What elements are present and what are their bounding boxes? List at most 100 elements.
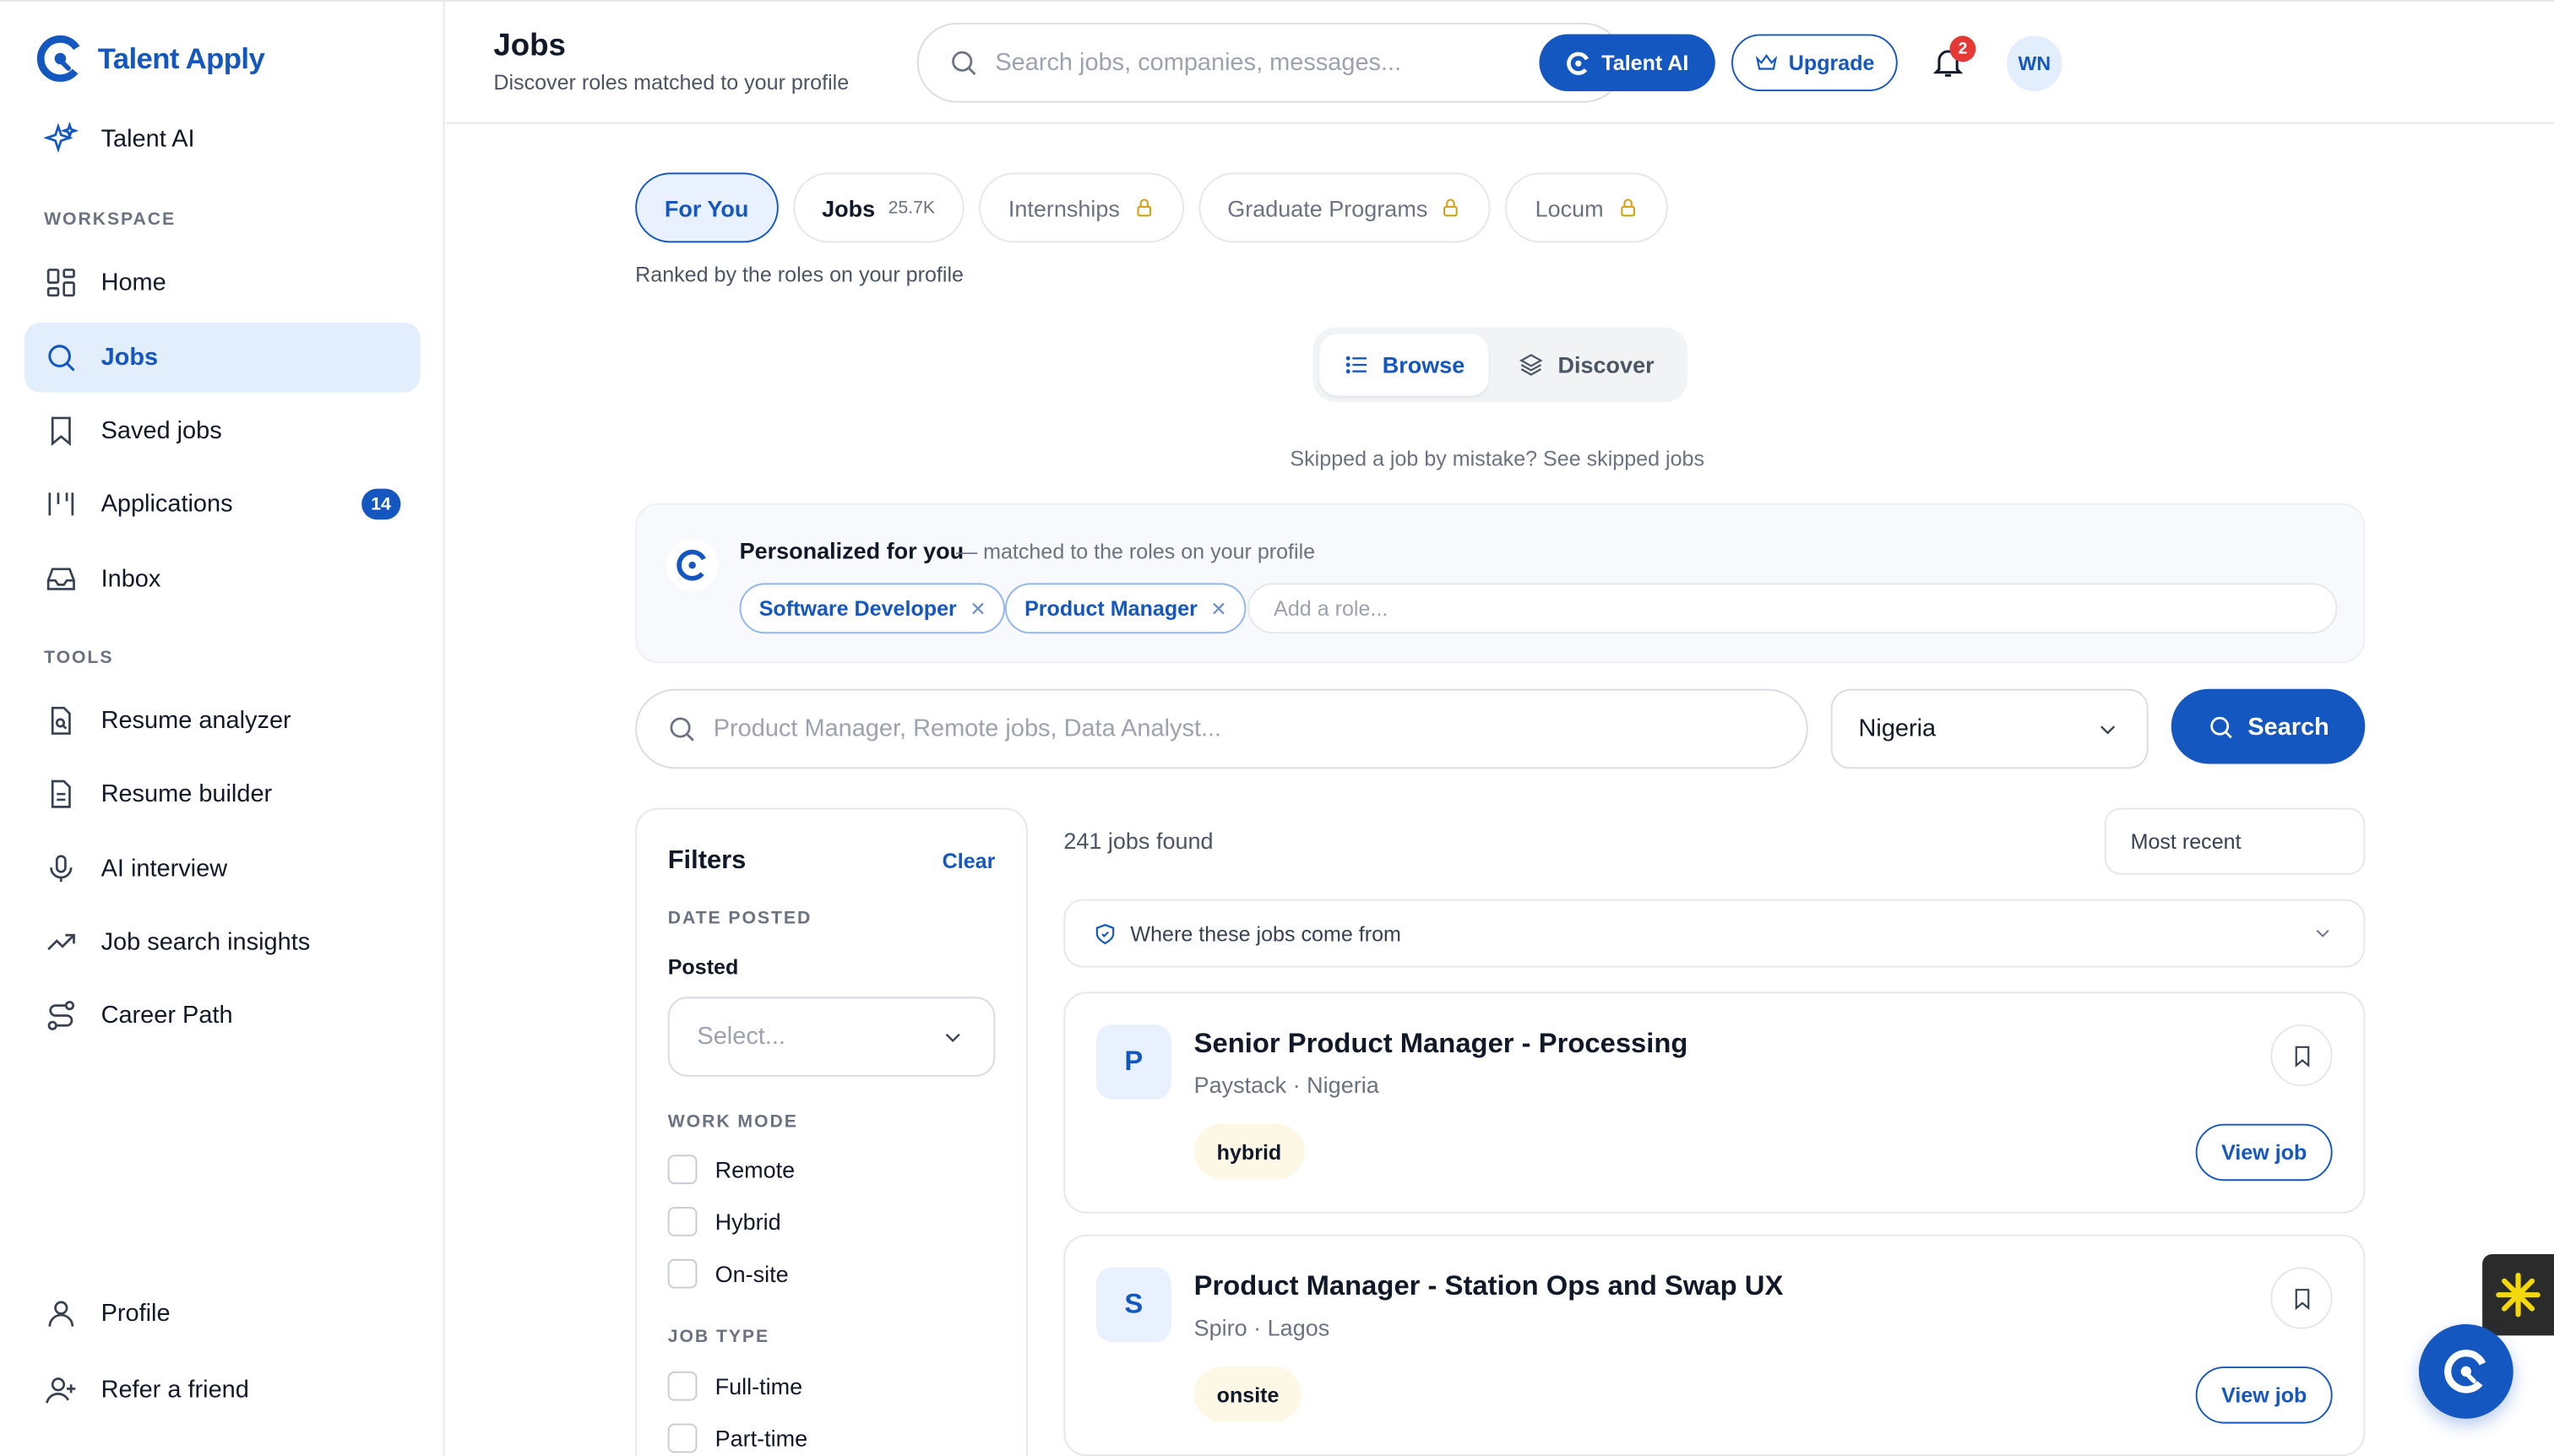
discover-toggle-button[interactable]: Discover: [1498, 334, 1674, 395]
sidebar-item-talent-ai[interactable]: Talent AI: [24, 104, 421, 174]
sidebar-item-label: Job search insights: [101, 928, 311, 957]
inbox-icon: [46, 568, 75, 590]
sidebar-item-resume-builder[interactable]: Resume builder: [24, 759, 421, 829]
page-subtitle: Discover roles matched to your profile: [493, 69, 850, 95]
talent-ai-chat-button[interactable]: [2418, 1323, 2513, 1419]
hybrid-checkbox[interactable]: Hybrid: [667, 1207, 781, 1236]
logo[interactable]: Talent Apply: [35, 34, 265, 83]
sidebar-item-saved-jobs[interactable]: Saved jobs: [24, 396, 421, 466]
search-button[interactable]: Search: [2171, 688, 2366, 764]
job-meta: Spiro · Lagos: [1193, 1314, 1330, 1341]
lock-icon: [1136, 198, 1151, 217]
top-bar: Jobs Discover roles matched to your prof…: [446, 2, 2554, 124]
work-mode-tag: hybrid: [1193, 1123, 1305, 1180]
add-role-input[interactable]: Add a role...: [1247, 583, 2338, 634]
job-search-input[interactable]: Product Manager, Remote jobs, Data Analy…: [635, 688, 1808, 769]
posted-select[interactable]: Select...: [667, 997, 996, 1077]
part-time-checkbox[interactable]: Part-time: [667, 1423, 807, 1453]
search-icon: [670, 717, 694, 742]
close-icon[interactable]: ✕: [970, 597, 986, 620]
sparkles-icon: [44, 122, 79, 153]
discover-label: Discover: [1557, 351, 1655, 378]
posted-label: Posted: [667, 954, 739, 980]
list-icon: [1345, 356, 1367, 374]
app-name: Talent Apply: [97, 41, 265, 74]
role-chip-label: Software Developer: [758, 595, 957, 621]
job-card[interactable]: S Product Manager - Station Ops and Swap…: [1063, 1234, 2366, 1456]
sidebar-item-applications[interactable]: Applications 14: [24, 469, 421, 539]
tab-label: Graduate Programs: [1227, 194, 1428, 221]
save-job-button[interactable]: [2270, 1267, 2333, 1329]
sidebar-item-job-search-insights[interactable]: Job search insights: [24, 907, 421, 977]
sidebar-item-ai-interview[interactable]: AI interview: [24, 834, 421, 904]
checkbox-box[interactable]: [667, 1423, 698, 1453]
job-card[interactable]: P Senior Product Manager - Processing Pa…: [1063, 991, 2366, 1214]
browse-toggle-button[interactable]: Browse: [1319, 334, 1489, 396]
role-chip-label: Product Manager: [1024, 595, 1198, 621]
global-search-input[interactable]: Search jobs, companies, messages...: [916, 22, 1624, 103]
remote-checkbox[interactable]: Remote: [667, 1154, 795, 1185]
sidebar-item-jobs[interactable]: Jobs: [24, 322, 421, 393]
sidebar-item-label: Inbox: [101, 565, 161, 593]
job-source-accordion[interactable]: Where these jobs come from: [1063, 899, 2366, 968]
tab-for-you[interactable]: For You: [635, 172, 779, 243]
personalized-panel: Personalized for you — matched to the ro…: [635, 503, 2366, 663]
view-job-button[interactable]: View job: [2195, 1366, 2333, 1424]
sidebar-item-career-path[interactable]: Career Path: [24, 981, 421, 1051]
sidebar-item-home[interactable]: Home: [24, 247, 421, 318]
search-placeholder: Search jobs, companies, messages...: [995, 48, 1402, 77]
avatar[interactable]: WN: [2006, 35, 2062, 91]
user-icon: [48, 1301, 74, 1327]
sidebar-item-profile[interactable]: Profile: [24, 1279, 421, 1349]
sidebar-item-label: Resume analyzer: [101, 706, 291, 735]
role-chip[interactable]: Product Manager ✕: [1004, 583, 1247, 634]
tab-internships[interactable]: Internships: [979, 172, 1184, 243]
sidebar: Talent Apply Talent AI WORKSPACE Home Jo…: [0, 1, 445, 1456]
see-skipped-jobs-link[interactable]: Skipped a job by mistake? See skipped jo…: [1290, 446, 1704, 470]
tab-count: 25.7K: [888, 198, 936, 218]
talent-ai-button[interactable]: Talent AI: [1539, 34, 1715, 91]
view-job-button[interactable]: View job: [2195, 1123, 2333, 1182]
full-time-checkbox[interactable]: Full-time: [667, 1371, 802, 1401]
filters-panel: Filters Clear DATE POSTED Posted Select.…: [635, 807, 1028, 1456]
sidebar-item-label: Jobs: [101, 343, 159, 372]
sidebar-item-resume-analyzer[interactable]: Resume analyzer: [24, 686, 421, 756]
tab-jobs[interactable]: Jobs 25.7K: [792, 172, 965, 243]
talent-apply-logo-icon: [36, 35, 84, 82]
country-select[interactable]: Nigeria: [1830, 688, 2149, 769]
sidebar-item-refer-a-friend[interactable]: Refer a friend: [24, 1355, 421, 1426]
job-title[interactable]: Senior Product Manager - Processing: [1194, 1028, 1688, 1061]
chevron-down-icon: [2100, 725, 2116, 734]
clear-filters-button[interactable]: Clear: [943, 849, 996, 873]
checkbox-box[interactable]: [667, 1258, 698, 1289]
role-chip[interactable]: Software Developer ✕: [739, 583, 1006, 634]
upgrade-button[interactable]: Upgrade: [1731, 34, 1898, 91]
bookmark-icon: [2294, 1288, 2309, 1310]
workspace-section-label: WORKSPACE: [44, 209, 177, 230]
close-icon[interactable]: ✕: [1210, 597, 1226, 620]
talent-apply-logo-icon: [1567, 51, 1590, 74]
asterisk-icon: [2496, 1272, 2540, 1317]
crown-icon: [1756, 53, 1778, 70]
search-button-label: Search: [2247, 712, 2329, 741]
job-meta: Paystack · Nigeria: [1193, 1071, 1379, 1098]
tab-graduate-programs[interactable]: Graduate Programs: [1198, 172, 1492, 243]
job-search-placeholder: Product Manager, Remote jobs, Data Analy…: [713, 714, 1222, 743]
sidebar-item-label: Profile: [101, 1299, 171, 1328]
work-mode-label: WORK MODE: [667, 1112, 798, 1133]
sort-select[interactable]: Most recent: [2104, 807, 2366, 875]
checkbox-box[interactable]: [667, 1154, 698, 1185]
checkbox-box[interactable]: [667, 1207, 698, 1236]
sidebar-item-inbox[interactable]: Inbox: [24, 544, 421, 614]
save-job-button[interactable]: [2270, 1024, 2333, 1087]
results-count: 241 jobs found: [1063, 827, 1214, 854]
tab-locum[interactable]: Locum: [1505, 172, 1667, 243]
checkbox-box[interactable]: [667, 1371, 698, 1401]
lock-icon: [1443, 198, 1459, 217]
browser-extension-widget[interactable]: [2482, 1253, 2554, 1336]
sidebar-item-label: Talent AI: [101, 125, 195, 154]
job-title[interactable]: Product Manager - Station Ops and Swap U…: [1194, 1270, 1784, 1303]
on-site-checkbox[interactable]: On-site: [667, 1258, 789, 1289]
microphone-icon: [50, 855, 73, 883]
tab-label: Internships: [1008, 194, 1120, 221]
